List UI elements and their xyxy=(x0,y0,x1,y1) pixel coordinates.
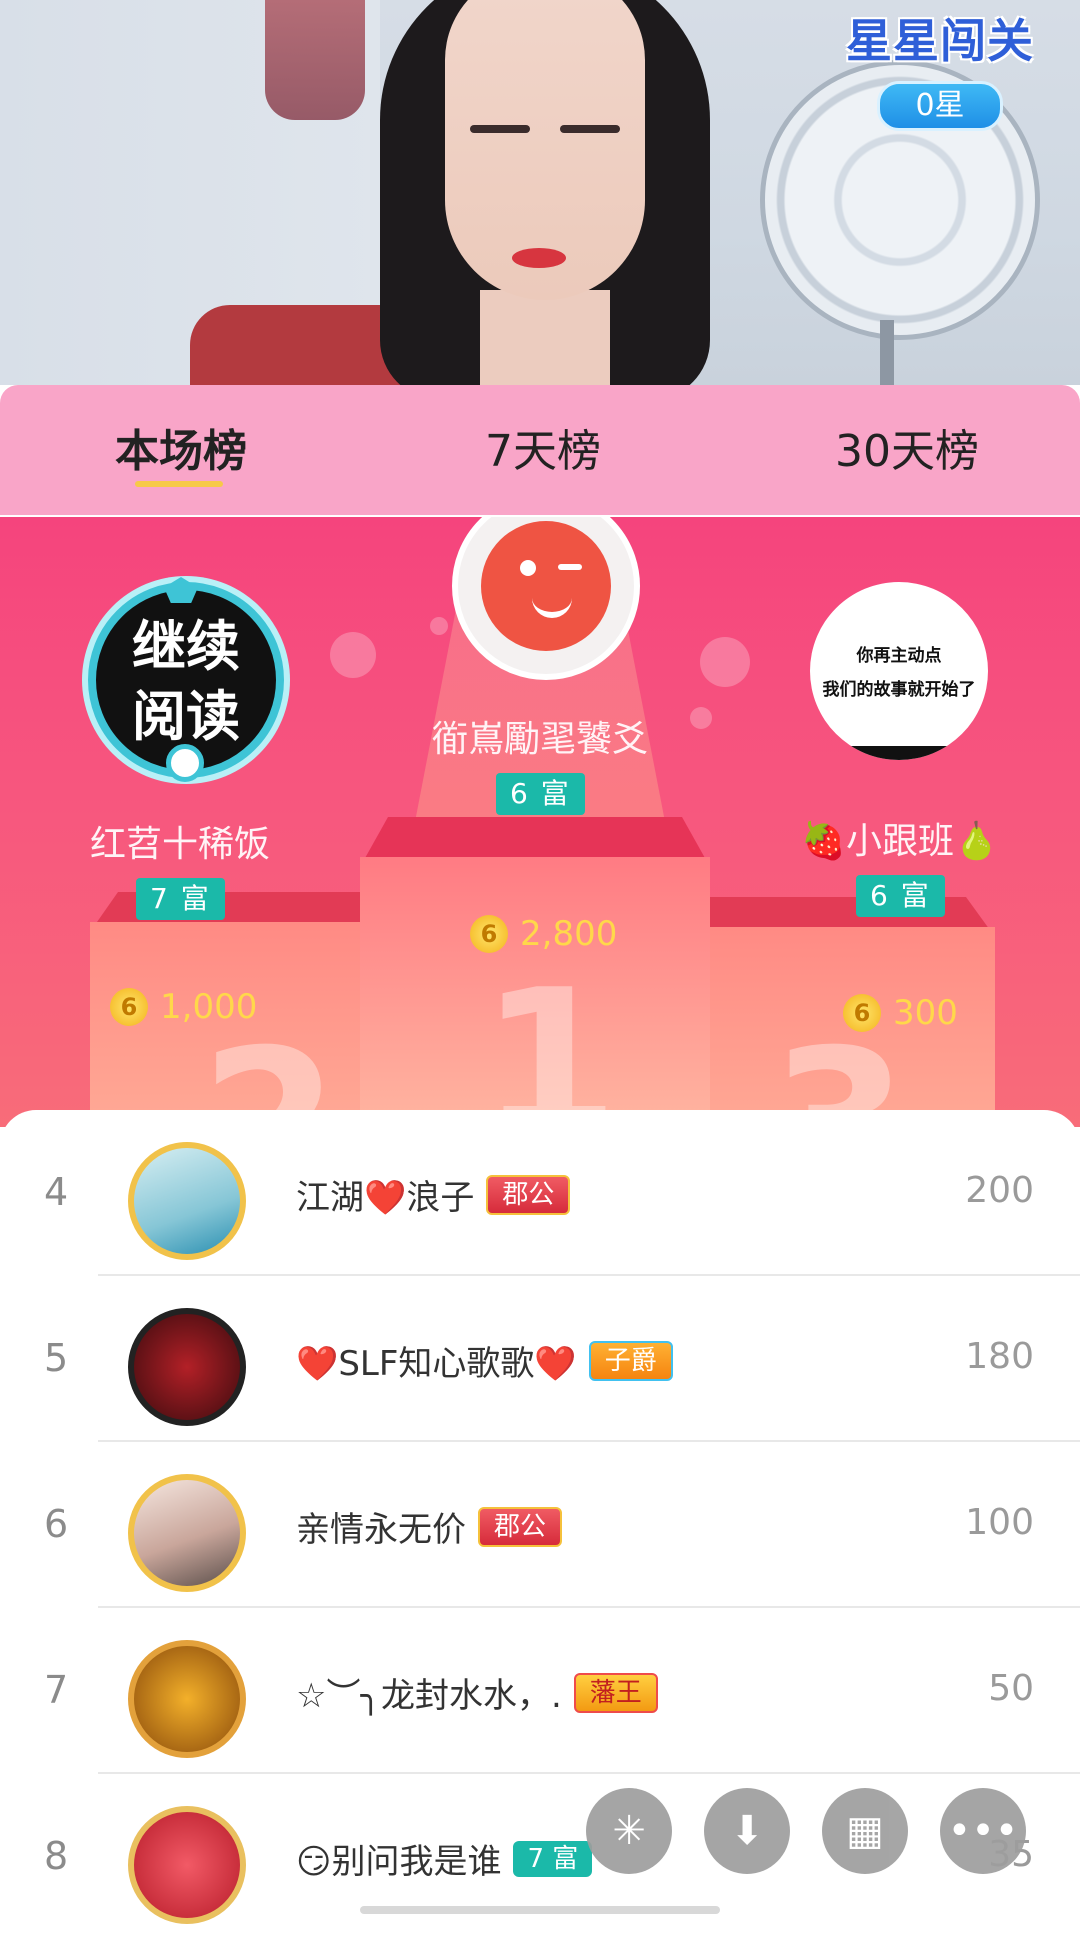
score: 200 xyxy=(965,1170,1034,1211)
video-decor xyxy=(265,0,365,120)
wink-eye-closed xyxy=(558,564,582,570)
avatar-text: 继续 阅读 xyxy=(96,612,276,752)
ranking-list[interactable]: 4 江湖❤️浪子 郡公 200 5 ❤️SLF知心歌歌❤️ 子爵 180 6 亲… xyxy=(0,1110,1080,1924)
list-item[interactable]: 8 😏别问我是谁 7 富 35 xyxy=(0,1774,1080,1940)
third-place-coin-value: 300 xyxy=(893,993,958,1033)
decor-bubble xyxy=(690,707,712,729)
third-place-rich-badge: 6 富 xyxy=(856,875,945,917)
decor-bubble xyxy=(330,632,376,678)
download-icon[interactable]: ⬇ xyxy=(704,1788,790,1874)
streamer-neck xyxy=(480,290,610,385)
user-name[interactable]: ☆︶╮龙封水水，. 藩王 xyxy=(296,1668,658,1717)
coin-icon: 6 xyxy=(470,915,508,953)
second-place-coins: 6 1,000 xyxy=(110,987,257,1027)
avatar-text: 你再主动点 我们的故事就开始了 xyxy=(810,639,988,707)
avatar[interactable] xyxy=(128,1308,246,1426)
user-name-text: 亲情永无价 xyxy=(296,1510,466,1550)
rich-level-badge: 7 富 xyxy=(513,1840,593,1877)
second-place-name[interactable]: 红苕十稀饭 xyxy=(60,815,300,867)
avatar-text-line: 阅读 xyxy=(132,685,240,748)
ranking-tabs: 本场榜 7天榜 30天榜 xyxy=(0,385,1080,515)
rank-number: 7 xyxy=(44,1668,69,1712)
avatar-text-line: 继续 xyxy=(132,615,240,678)
podium-rank-1: 1 xyxy=(480,947,620,1127)
second-place-rich-badge: 7 富 xyxy=(136,878,225,920)
streamer-lips xyxy=(512,248,566,268)
grid-icon[interactable]: ▦ xyxy=(822,1788,908,1874)
home-indicator[interactable] xyxy=(360,1906,720,1914)
top-three-podium: 1 2 3 衜嶌勵毣饕爻 6 富 6 2,800 继续 阅读 红苕十稀饭 7 富… xyxy=(0,517,1080,1127)
third-place-name[interactable]: 🍓小跟班🍐 xyxy=(790,812,1010,864)
tab-current-session[interactable]: 本场榜 xyxy=(115,415,247,479)
user-name-text: 江湖❤️浪子 xyxy=(296,1178,475,1218)
score: 100 xyxy=(965,1502,1034,1543)
sparkle-icon[interactable]: ✳ xyxy=(586,1788,672,1874)
user-name[interactable]: 😏别问我是谁 7 富 xyxy=(296,1834,593,1883)
avatar[interactable] xyxy=(128,1640,246,1758)
coin-icon: 6 xyxy=(843,994,881,1032)
noble-title-badge: 子爵 xyxy=(588,1340,673,1381)
avatar-bottom-bar xyxy=(810,746,988,760)
active-tab-indicator xyxy=(135,481,223,487)
first-place-name[interactable]: 衜嶌勵毣饕爻 xyxy=(410,710,670,762)
noble-title-badge: 郡公 xyxy=(478,1506,563,1547)
frame-gem-icon xyxy=(166,744,204,782)
user-name-text: ❤️SLF知心歌歌❤️ xyxy=(296,1344,577,1384)
first-place-coin-value: 2,800 xyxy=(520,914,618,954)
list-item[interactable]: 7 ☆︶╮龙封水水，. 藩王 50 xyxy=(0,1608,1080,1774)
list-item[interactable]: 5 ❤️SLF知心歌歌❤️ 子爵 180 xyxy=(0,1276,1080,1442)
list-item[interactable]: 6 亲情永无价 郡公 100 xyxy=(0,1442,1080,1608)
noble-title-badge: 郡公 xyxy=(486,1174,571,1215)
wink-eye xyxy=(520,560,536,576)
rank-number: 5 xyxy=(44,1336,69,1380)
decor-bubble xyxy=(430,617,448,635)
rank-number: 6 xyxy=(44,1502,69,1546)
frame-crown-icon xyxy=(164,577,198,603)
first-place-rich-badge: 6 富 xyxy=(496,773,585,815)
streamer-eye xyxy=(560,125,620,133)
rank-number: 4 xyxy=(44,1170,69,1214)
third-place-coins: 6 300 xyxy=(843,993,958,1033)
rank-number: 8 xyxy=(44,1834,69,1878)
second-place-coin-value: 1,000 xyxy=(160,987,258,1027)
avatar[interactable] xyxy=(128,1474,246,1592)
decor-bubble xyxy=(700,637,750,687)
tab-7-days[interactable]: 7天榜 xyxy=(485,415,601,479)
noble-title-badge: 藩王 xyxy=(573,1672,658,1713)
tab-30-days[interactable]: 30天榜 xyxy=(835,415,979,479)
user-name[interactable]: 亲情永无价 郡公 xyxy=(296,1502,563,1551)
third-place-avatar[interactable]: 你再主动点 我们的故事就开始了 xyxy=(810,582,988,760)
avatar[interactable] xyxy=(128,1806,246,1924)
more-icon[interactable]: ••• xyxy=(940,1788,1026,1874)
streamer-eye xyxy=(470,125,530,133)
list-item[interactable]: 4 江湖❤️浪子 郡公 200 xyxy=(0,1110,1080,1276)
user-name-text: 😏别问我是谁 xyxy=(296,1842,502,1882)
score: 50 xyxy=(988,1668,1034,1709)
avatar-text-line: 你再主动点 xyxy=(856,646,942,666)
user-name-text: ☆︶╮龙封水水，. xyxy=(296,1676,562,1716)
video-fan-stand xyxy=(880,320,894,385)
avatar-text-line: 我们的故事就开始了 xyxy=(822,680,976,700)
star-challenge-badge[interactable]: 星星闯关 0星 xyxy=(840,5,1040,131)
star-challenge-title: 星星闯关 xyxy=(846,14,1034,68)
avatar[interactable] xyxy=(128,1142,246,1260)
user-name[interactable]: ❤️SLF知心歌歌❤️ 子爵 xyxy=(296,1336,673,1385)
first-place-coins: 6 2,800 xyxy=(470,914,617,954)
user-name[interactable]: 江湖❤️浪子 郡公 xyxy=(296,1170,571,1219)
score: 180 xyxy=(965,1336,1034,1377)
star-count-pill: 0星 xyxy=(877,81,1003,131)
live-video[interactable]: 星星闯关 0星 xyxy=(0,0,1080,385)
coin-icon: 6 xyxy=(110,988,148,1026)
